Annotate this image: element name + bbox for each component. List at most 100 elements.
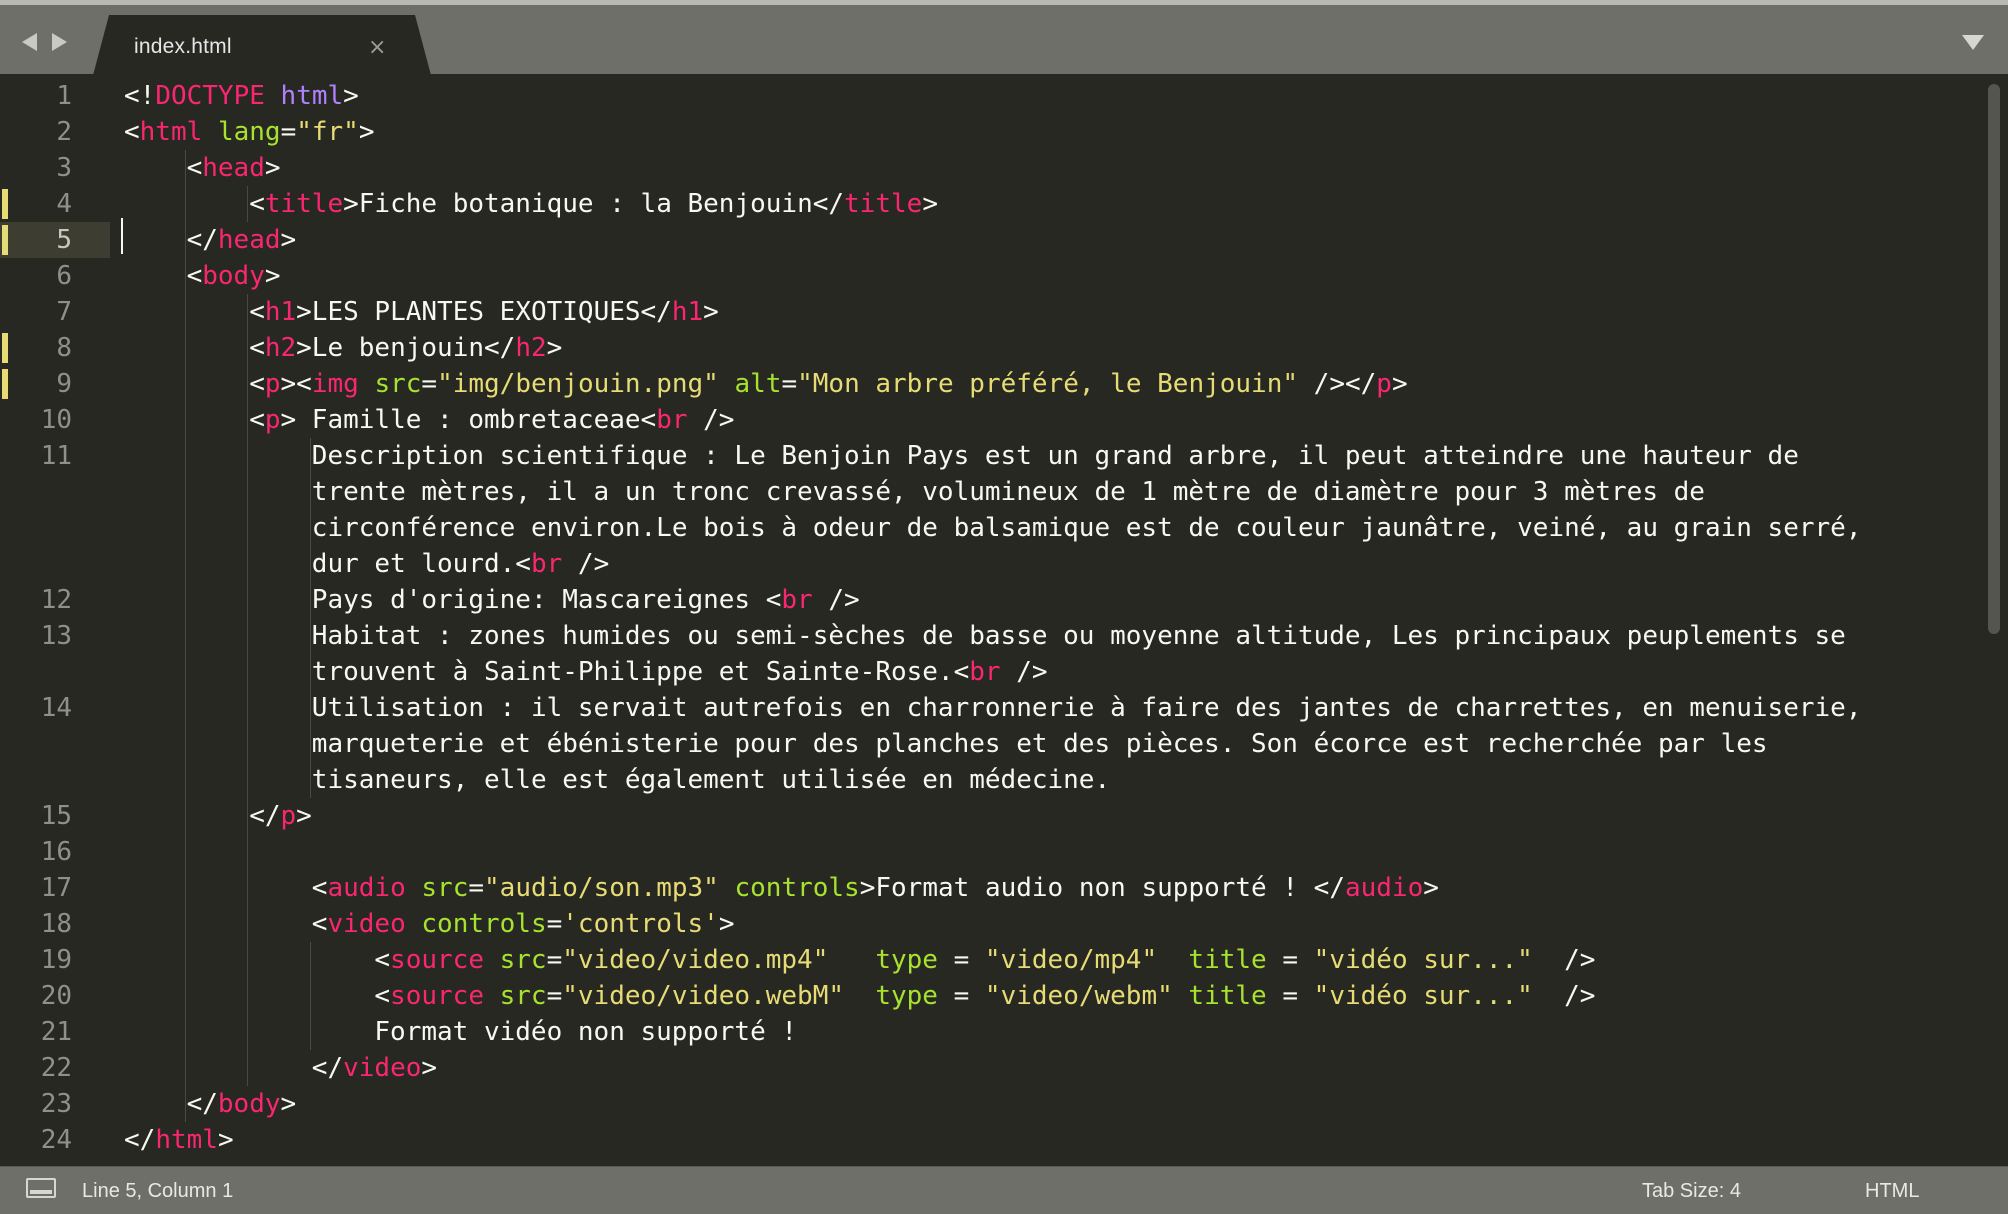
line-number: 22 xyxy=(40,1053,72,1083)
line-number-gutter: 1 2 3 4 5 6 7 8 9 10 11 12 13 14 15 16 17 18 19 20 21 22 23 24 xyxy=(0,74,110,1166)
code-token: "fr" xyxy=(296,117,359,147)
indent-guide xyxy=(247,294,249,1086)
tab-nav-left-icon[interactable] xyxy=(22,33,37,51)
code-token: < xyxy=(249,189,265,219)
code-line[interactable]: <p> Famille : ombretaceae<br /> xyxy=(249,402,734,438)
line-number: 8 xyxy=(56,333,72,363)
code-token: controls xyxy=(734,873,860,903)
code-line[interactable]: Habitat : zones humides ou semi-sèches d… xyxy=(312,618,1846,654)
code-area[interactable]: <!DOCTYPE html> <html lang="fr"> <head> <ti… xyxy=(124,74,1984,1166)
code-token: "audio/son.mp3" xyxy=(484,873,719,903)
code-line[interactable]: <h1>LES PLANTES EXOTIQUES</h1> xyxy=(249,294,719,330)
line-number: 2 xyxy=(56,117,72,147)
line-number: 20 xyxy=(40,981,72,1011)
code-line[interactable]: dur et lourd.<br /> xyxy=(312,546,609,582)
code-line[interactable]: <head> xyxy=(187,150,281,186)
code-token: p xyxy=(264,369,281,399)
code-line[interactable]: Format vidéo non supporté ! xyxy=(374,1014,797,1050)
code-token: >Fiche botanique : la Benjouin</ xyxy=(343,189,845,219)
code-token: trouvent à Saint-Philippe et Sainte-Rose… xyxy=(311,657,970,687)
code-token: "vidéo sur..." xyxy=(1313,945,1533,975)
gutter-row: 12 xyxy=(0,582,110,618)
code-line[interactable]: <video controls='controls'> xyxy=(312,906,735,942)
code-token: br xyxy=(530,549,563,579)
code-token: src xyxy=(499,981,547,1011)
code-line[interactable]: Utilisation : il servait autrefois en ch… xyxy=(312,690,1862,726)
code-line[interactable]: </html> xyxy=(124,1122,234,1158)
indent-guide xyxy=(247,186,249,222)
code-line[interactable]: <html lang="fr"> xyxy=(124,114,375,150)
code-token: >Format audio non supporté ! </ xyxy=(859,873,1345,903)
code-token: < xyxy=(249,405,265,435)
vertical-scrollbar-thumb[interactable] xyxy=(1988,84,2000,634)
code-token: < xyxy=(311,909,328,939)
code-token: < xyxy=(249,333,265,363)
code-token: img xyxy=(311,369,359,399)
code-token: < xyxy=(186,261,203,291)
code-line[interactable]: Description scientifique : Le Benjoin Pa… xyxy=(312,438,1799,474)
code-line[interactable]: <source src="video/video.webM" type = "v… xyxy=(374,978,1595,1014)
code-line[interactable]: trente mètres, il a un tronc crevassé, v… xyxy=(312,474,1705,510)
code-editor[interactable]: 1 2 3 4 5 6 7 8 9 10 11 12 13 14 15 16 17 18 19 20 21 22 23 24 … xyxy=(0,74,2008,1166)
code-token: = xyxy=(546,945,563,975)
code-line[interactable]: </head> xyxy=(187,222,297,258)
code-token: html xyxy=(139,117,203,147)
code-line[interactable]: <h2>Le benjouin</h2> xyxy=(249,330,562,366)
code-token: </ xyxy=(311,1053,344,1083)
code-line[interactable]: <audio src="audio/son.mp3" controls>Form… xyxy=(312,870,1439,906)
code-line[interactable]: <source src="video/video.mp4" type = "vi… xyxy=(374,942,1595,978)
code-line[interactable]: <p><img src="img/benjouin.png" alt="Mon … xyxy=(249,366,1407,402)
tab-nav-right-icon[interactable] xyxy=(52,33,67,51)
code-line[interactable]: marqueterie et ébénisterie pour des plan… xyxy=(312,726,1768,762)
syntax-selector[interactable]: HTML xyxy=(1865,1179,1919,1203)
code-token: > xyxy=(343,81,359,111)
code-line[interactable]: Pays d'origine: Mascareignes <br /> xyxy=(312,582,860,618)
code-token: "img/benjouin.png" xyxy=(437,369,719,399)
line-number: 1 xyxy=(56,81,72,111)
code-token: > xyxy=(264,261,281,291)
code-token: Pays d'origine: Mascareignes < xyxy=(311,585,782,615)
code-token: /></ xyxy=(1298,369,1377,399)
tab-bar: index.html × xyxy=(0,0,2008,74)
code-token: 'controls' xyxy=(562,909,719,939)
code-token: head xyxy=(217,225,281,255)
code-line[interactable]: circonférence environ.Le bois à odeur de… xyxy=(312,510,1862,546)
line-number: 12 xyxy=(40,585,72,615)
tab-overflow-chevron-down-icon[interactable] xyxy=(1962,35,1984,50)
code-token: </ xyxy=(186,1089,218,1119)
code-token: > xyxy=(421,1053,438,1083)
code-line[interactable]: </body> xyxy=(187,1086,297,1122)
code-line[interactable]: <!DOCTYPE html> xyxy=(124,78,359,114)
code-token: marqueterie et ébénisterie pour des plan… xyxy=(311,729,1768,759)
tab-label[interactable]: index.html xyxy=(134,35,232,59)
tab-size-selector[interactable]: Tab Size: 4 xyxy=(1642,1179,1741,1203)
line-number: 24 xyxy=(40,1125,72,1155)
code-token: Habitat : zones humides ou semi-sèches d… xyxy=(311,621,1846,651)
code-token: < xyxy=(124,117,140,147)
line-number: 3 xyxy=(56,153,72,183)
code-line[interactable]: trouvent à Saint-Philippe et Sainte-Rose… xyxy=(312,654,1048,690)
gutter-row: 8 xyxy=(0,330,110,366)
code-line[interactable]: <body> xyxy=(187,258,281,294)
code-line[interactable]: </p> xyxy=(249,798,312,834)
code-line[interactable]: <title>Fiche botanique : la Benjouin</ti… xyxy=(249,186,938,222)
gutter-row: 17 xyxy=(0,870,110,906)
code-line[interactable]: </video> xyxy=(312,1050,437,1086)
panel-toggle-icon[interactable] xyxy=(26,1178,56,1198)
code-token: tisaneurs, elle est également utilisée e… xyxy=(311,765,1111,795)
line-number: 21 xyxy=(40,1017,72,1047)
line-number: 17 xyxy=(40,873,72,903)
code-line[interactable]: tisaneurs, elle est également utilisée e… xyxy=(312,762,1110,798)
code-token: >Le benjouin</ xyxy=(296,333,516,363)
code-token: = xyxy=(1266,945,1314,975)
code-token: video xyxy=(343,1053,422,1083)
code-token: lang xyxy=(217,117,281,147)
tab-close-icon[interactable]: × xyxy=(368,34,386,62)
line-number: 18 xyxy=(40,909,72,939)
code-token: > xyxy=(358,117,375,147)
gutter-row: 20 xyxy=(0,978,110,1014)
